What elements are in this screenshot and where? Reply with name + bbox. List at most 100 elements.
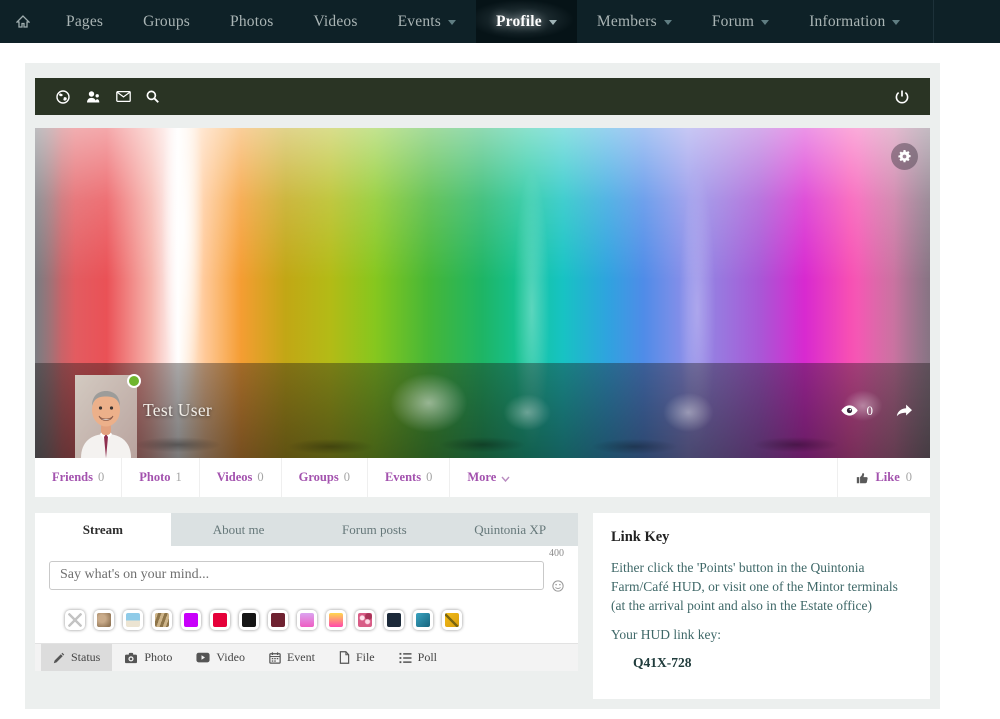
nav-item-pages[interactable]: Pages — [46, 0, 123, 43]
action-event-button[interactable]: Event — [257, 644, 327, 671]
action-poll-button[interactable]: Poll — [387, 644, 449, 671]
chevron-down-icon — [664, 20, 672, 25]
nav-label: Events — [398, 13, 441, 31]
stat-label: More — [467, 470, 496, 485]
link-key-panel: Link Key Either click the 'Points' butto… — [593, 513, 930, 699]
profile-stats-bar: Friends 0 Photo 1 Videos 0 Groups 0 Even… — [35, 458, 930, 497]
attachment-thumb[interactable] — [123, 610, 143, 630]
action-label: Photo — [144, 650, 172, 665]
attachment-thumb[interactable] — [210, 610, 230, 630]
status-input[interactable] — [49, 561, 544, 590]
stat-count: 1 — [175, 470, 181, 485]
globe-icon[interactable] — [56, 90, 86, 104]
profile-name-text: Test User — [143, 400, 212, 421]
nav-item-groups[interactable]: Groups — [123, 0, 210, 43]
avatar[interactable] — [75, 375, 137, 458]
tab-label: Forum posts — [342, 522, 407, 538]
action-photo-button[interactable]: Photo — [112, 644, 184, 671]
attachment-thumb[interactable] — [413, 610, 433, 630]
video-icon — [196, 652, 210, 663]
nav-divider — [933, 0, 934, 43]
nav-item-members[interactable]: Members — [577, 0, 692, 43]
nav-item-events[interactable]: Events — [378, 0, 476, 43]
nav-label: Groups — [143, 13, 190, 31]
action-file-button[interactable]: File — [327, 644, 387, 671]
action-video-button[interactable]: Video — [184, 644, 257, 671]
attachment-thumb[interactable] — [384, 610, 404, 630]
tab-quintonia-xp[interactable]: Quintonia XP — [442, 513, 578, 546]
share-icon[interactable] — [896, 404, 912, 417]
action-label: Status — [71, 650, 100, 665]
power-icon[interactable] — [895, 90, 909, 104]
tab-forum-posts[interactable]: Forum posts — [307, 513, 443, 546]
tab-stream[interactable]: Stream — [35, 513, 171, 546]
home-nav-button[interactable] — [0, 0, 46, 43]
main-content: Stream About me Forum posts Quintonia XP… — [35, 513, 930, 699]
emoji-icon[interactable] — [552, 580, 564, 592]
tab-label: Stream — [83, 522, 123, 538]
attachment-thumb[interactable] — [152, 610, 172, 630]
views-count: 0 — [867, 403, 874, 419]
nav-item-forum[interactable]: Forum — [692, 0, 789, 43]
stat-videos[interactable]: Videos 0 — [200, 458, 282, 497]
nav-label: Pages — [66, 13, 103, 31]
attachment-thumb[interactable] — [94, 610, 114, 630]
add-user-icon[interactable] — [86, 90, 116, 104]
attachment-thumb[interactable] — [442, 610, 462, 630]
chevron-down-icon — [501, 476, 510, 482]
stat-more-menu[interactable]: More — [450, 458, 527, 497]
home-icon — [16, 15, 30, 28]
composer-actions-bar: Status Photo Video Event — [35, 643, 578, 671]
eye-icon — [841, 405, 858, 416]
hud-key-label: Your HUD link key: — [611, 627, 912, 643]
content-tab-strip: Stream About me Forum posts Quintonia XP — [35, 513, 578, 546]
stat-count: 0 — [344, 470, 350, 485]
attachment-thumb[interactable] — [268, 610, 288, 630]
chevron-down-icon — [448, 20, 456, 25]
action-label: File — [356, 650, 375, 665]
nav-item-photos[interactable]: Photos — [210, 0, 293, 43]
pencil-icon — [53, 652, 65, 664]
top-navigation: Pages Groups Photos Videos Events Profil… — [0, 0, 1000, 43]
stat-photo[interactable]: Photo 1 — [122, 458, 200, 497]
tab-about-me[interactable]: About me — [171, 513, 307, 546]
profile-header-actions: 0 — [841, 363, 913, 458]
nav-label: Profile — [496, 13, 542, 31]
attachment-thumb[interactable] — [326, 610, 346, 630]
nav-label: Photos — [230, 13, 273, 31]
search-icon[interactable] — [146, 90, 176, 103]
like-label: Like — [875, 470, 899, 485]
stat-count: 0 — [257, 470, 263, 485]
stat-friends[interactable]: Friends 0 — [35, 458, 122, 497]
stat-groups[interactable]: Groups 0 — [282, 458, 368, 497]
camera-icon — [124, 652, 138, 664]
gear-icon — [898, 150, 911, 163]
action-label: Poll — [418, 650, 437, 665]
nav-item-information[interactable]: Information — [789, 0, 920, 43]
nav-item-profile[interactable]: Profile — [476, 0, 577, 43]
poll-list-icon — [399, 652, 412, 664]
hud-key-value: Q41X-728 — [633, 655, 912, 671]
composer-right-rail: 400 — [549, 558, 564, 592]
action-status-button[interactable]: Status — [41, 644, 112, 671]
attachment-thumb[interactable] — [355, 610, 375, 630]
link-key-description: Either click the 'Points' button in the … — [611, 558, 912, 615]
stat-count: 0 — [98, 470, 104, 485]
like-button[interactable]: Like 0 — [837, 458, 930, 497]
attachment-thumbnails — [35, 600, 578, 643]
stat-label: Events — [385, 470, 421, 485]
composer-input-area: 400 — [35, 546, 578, 600]
attachment-thumb-none[interactable] — [65, 610, 85, 630]
tab-label: Quintonia XP — [474, 522, 546, 538]
attachment-thumb[interactable] — [239, 610, 259, 630]
attachment-thumb[interactable] — [297, 610, 317, 630]
attachment-thumb[interactable] — [181, 610, 201, 630]
nav-item-videos[interactable]: Videos — [293, 0, 377, 43]
mail-icon[interactable] — [116, 91, 146, 102]
cover-settings-button[interactable] — [891, 143, 918, 170]
stat-events[interactable]: Events 0 — [368, 458, 450, 497]
quick-actions-toolbar — [35, 78, 930, 115]
stat-label: Photo — [139, 470, 170, 485]
nav-label: Videos — [313, 13, 357, 31]
online-status-dot — [127, 374, 141, 388]
